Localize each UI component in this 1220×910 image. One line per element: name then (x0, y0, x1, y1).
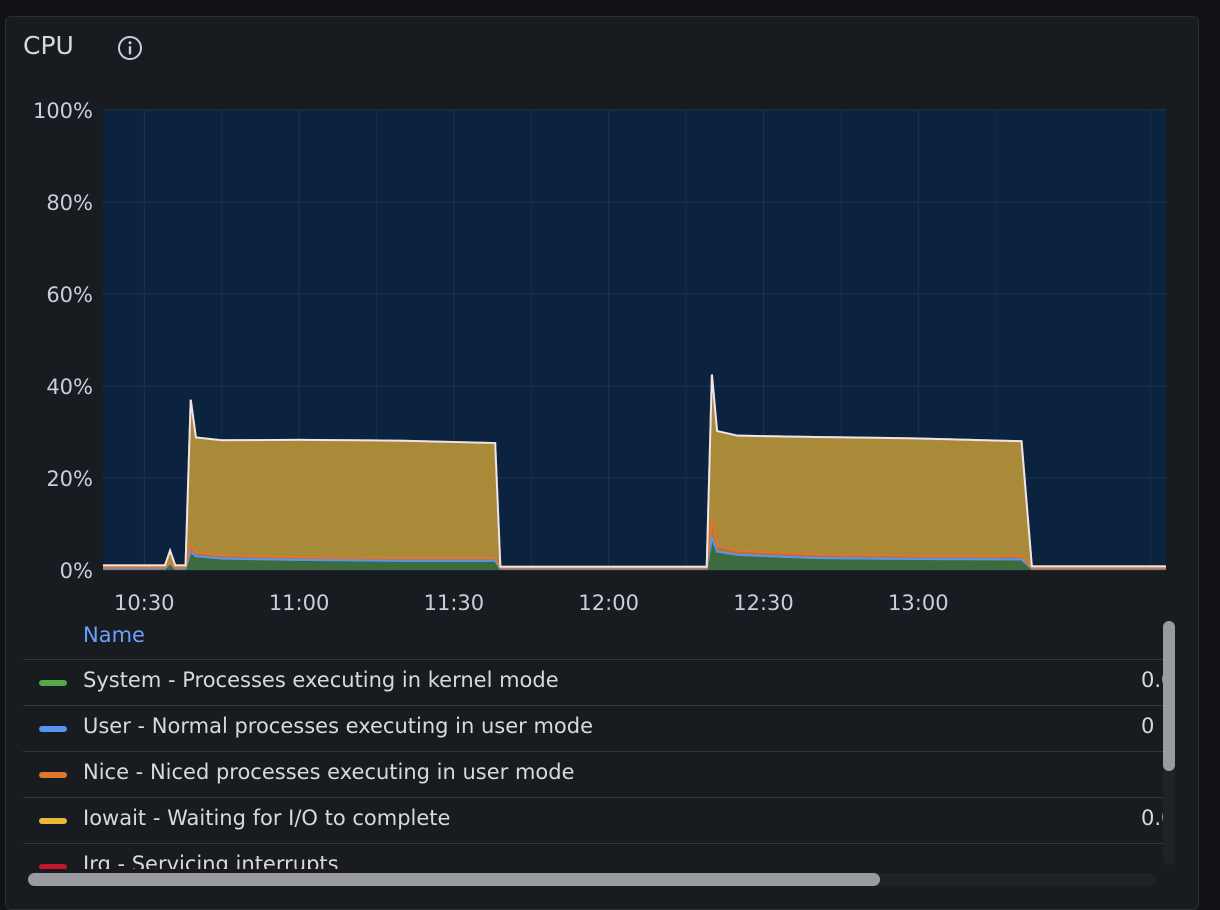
x-tick-label: 11:00 (269, 591, 330, 615)
legend-row-iowait[interactable]: Iowait - Waiting for I/O to complete 0.0 (23, 797, 1165, 843)
legend-row-irq[interactable]: Irq - Servicing interrupts (23, 843, 1165, 869)
y-tick-label: 100% (33, 99, 93, 123)
legend-header-name[interactable]: Name (83, 623, 145, 647)
x-tick-label: 11:30 (424, 591, 485, 615)
legend-value: 0.0 (1141, 806, 1165, 830)
series-swatch-system (39, 680, 67, 686)
cpu-panel: CPU 0% 20% 40% 60% 80% 100% 10:30 11:00 11:30 12:… (5, 16, 1199, 910)
y-tick-label: 80% (46, 191, 93, 215)
y-tick-label: 20% (46, 467, 93, 491)
series-swatch-user (39, 726, 67, 732)
series-swatch-irq (39, 864, 67, 869)
legend-vertical-scrollbar-thumb[interactable] (1163, 621, 1175, 771)
series-swatch-iowait (39, 818, 67, 824)
y-tick-label: 0% (60, 559, 93, 583)
x-tick-label: 12:00 (578, 591, 639, 615)
legend-label: Nice - Niced processes executing in user… (83, 760, 575, 784)
x-tick-label: 12:30 (733, 591, 794, 615)
series-swatch-nice (39, 772, 67, 778)
legend-row-system[interactable]: System - Processes executing in kernel m… (23, 659, 1165, 705)
y-tick-label: 40% (46, 375, 93, 399)
x-tick-label: 13:00 (888, 591, 949, 615)
legend-row-nice[interactable]: Nice - Niced processes executing in user… (23, 751, 1165, 797)
y-tick-label: 60% (46, 283, 93, 307)
legend-horizontal-scrollbar-thumb[interactable] (28, 873, 880, 886)
legend-value: 0 (1141, 714, 1155, 738)
legend-table: Name System - Processes executing in ker… (23, 617, 1165, 869)
legend-value: 0.0 (1141, 668, 1165, 692)
x-tick-label: 10:30 (114, 591, 175, 615)
legend-label: Irq - Servicing interrupts (83, 852, 339, 869)
legend-label: System - Processes executing in kernel m… (83, 668, 559, 692)
legend-label: User - Normal processes executing in use… (83, 714, 594, 738)
legend-label: Iowait - Waiting for I/O to complete (83, 806, 451, 830)
cpu-chart[interactable]: 0% 20% 40% 60% 80% 100% 10:30 11:00 11:30 12:00 12… (6, 17, 1198, 617)
legend-row-user[interactable]: User - Normal processes executing in use… (23, 705, 1165, 751)
